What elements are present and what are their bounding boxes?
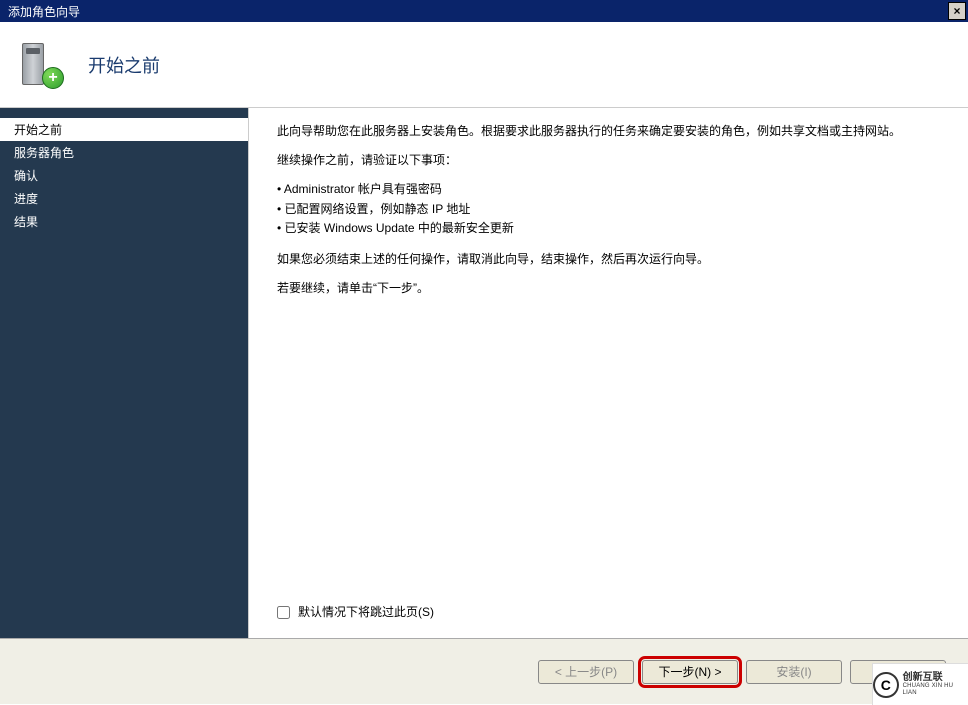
install-button[interactable]: 安装(I) xyxy=(746,660,842,684)
skip-page-label[interactable]: 默认情况下将跳过此页(S) xyxy=(298,603,434,622)
watermark: C 创新互联 CHUANG XIN HU LIAN xyxy=(872,663,968,705)
wizard-header: + 开始之前 xyxy=(0,22,968,108)
window-title: 添加角色向导 xyxy=(2,3,80,20)
page-title: 开始之前 xyxy=(88,52,160,78)
close-icon: × xyxy=(953,4,960,18)
titlebar: 添加角色向导 × xyxy=(0,0,968,22)
skip-page-checkbox[interactable] xyxy=(277,606,290,619)
bullet-list: Administrator 帐户具有强密码 已配置网络设置，例如静态 IP 地址… xyxy=(277,180,940,238)
bullet-item: 已配置网络设置，例如静态 IP 地址 xyxy=(277,200,940,219)
sidebar-item-label: 结果 xyxy=(14,215,38,229)
next-button[interactable]: 下一步(N) > xyxy=(642,660,738,684)
previous-button[interactable]: < 上一步(P) xyxy=(538,660,634,684)
sidebar-item-results[interactable]: 结果 xyxy=(0,210,248,233)
continue-note: 若要继续，请单击“下一步”。 xyxy=(277,279,940,298)
sidebar-item-server-roles[interactable]: 服务器角色 xyxy=(0,141,248,164)
bullet-item: Administrator 帐户具有强密码 xyxy=(277,180,940,199)
wizard-sidebar: 开始之前 服务器角色 确认 进度 结果 xyxy=(0,108,248,638)
server-add-icon: + xyxy=(16,41,64,89)
wizard-body: 开始之前 服务器角色 确认 进度 结果 此向导帮助您在此服务器上安装角色。根据要… xyxy=(0,108,968,638)
sidebar-item-confirmation[interactable]: 确认 xyxy=(0,164,248,187)
wizard-footer: < 上一步(P) 下一步(N) > 安装(I) 取消 xyxy=(0,638,968,704)
sidebar-item-label: 确认 xyxy=(14,169,38,183)
close-button[interactable]: × xyxy=(948,2,966,20)
intro-text: 此向导帮助您在此服务器上安装角色。根据要求此服务器执行的任务来确定要安装的角色，… xyxy=(277,122,940,141)
watermark-logo-icon: C xyxy=(873,672,899,698)
skip-page-row: 默认情况下将跳过此页(S) xyxy=(277,603,434,622)
sidebar-item-label: 开始之前 xyxy=(14,123,62,137)
sidebar-item-before-you-begin[interactable]: 开始之前 xyxy=(0,118,248,141)
sidebar-item-label: 服务器角色 xyxy=(14,146,74,160)
bullet-item: 已安装 Windows Update 中的最新安全更新 xyxy=(277,219,940,238)
wizard-content: 此向导帮助您在此服务器上安装角色。根据要求此服务器执行的任务来确定要安装的角色，… xyxy=(248,108,968,638)
cancel-note: 如果您必须结束上述的任何操作，请取消此向导，结束操作，然后再次运行向导。 xyxy=(277,250,940,269)
sidebar-item-progress[interactable]: 进度 xyxy=(0,187,248,210)
sidebar-item-label: 进度 xyxy=(14,192,38,206)
verify-intro: 继续操作之前，请验证以下事项： xyxy=(277,151,940,170)
watermark-text: 创新互联 CHUANG XIN HU LIAN xyxy=(903,672,968,696)
